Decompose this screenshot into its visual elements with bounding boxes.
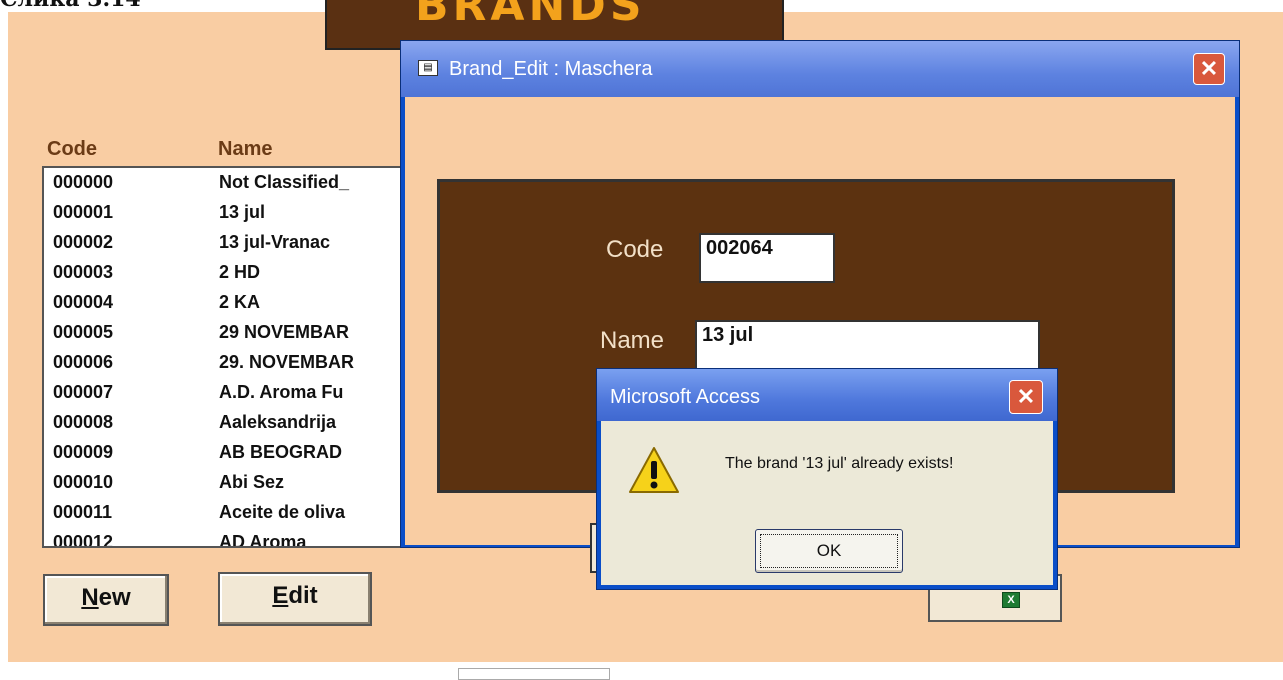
- message-box-title: Microsoft Access: [610, 386, 761, 408]
- list-item-code: 000010: [53, 472, 114, 492]
- list-item-code: 000012: [53, 532, 114, 548]
- message-box-titlebar[interactable]: Microsoft Access ✕: [597, 369, 1057, 421]
- warning-icon: [629, 447, 679, 493]
- new-button[interactable]: New: [43, 574, 169, 626]
- list-item[interactable]: 000008 Aaleksandrija: [44, 408, 424, 438]
- ok-button-label: OK: [760, 534, 898, 568]
- code-field[interactable]: 002064: [699, 233, 835, 283]
- close-icon: ✕: [1199, 56, 1219, 81]
- list-item[interactable]: 000001 13 jul: [44, 198, 424, 228]
- edit-button[interactable]: Edit: [218, 572, 372, 626]
- list-item[interactable]: 000007 A.D. Aroma Fu: [44, 378, 424, 408]
- list-item-name: 2 HD: [219, 262, 261, 282]
- list-item-name: 29. NOVEMBAR: [219, 352, 355, 372]
- list-item-code: 000006: [53, 352, 114, 372]
- list-item-name: 13 jul-Vranac: [219, 232, 331, 252]
- list-item-name: 13 jul: [219, 202, 266, 222]
- message-box-close-button[interactable]: ✕: [1009, 380, 1043, 414]
- brand-edit-title: Brand_Edit : Maschera: [449, 58, 653, 80]
- new-button-label: ew: [98, 584, 131, 611]
- list-item-code: 000011: [53, 502, 113, 522]
- list-item-code: 000004: [53, 292, 114, 312]
- list-item-code: 000003: [53, 262, 114, 282]
- list-item[interactable]: 000003 2 HD: [44, 258, 424, 288]
- brand-edit-titlebar[interactable]: ▤ Brand_Edit : Maschera ✕: [401, 41, 1239, 97]
- list-item-code: 000007: [53, 382, 114, 402]
- column-header-name: Name: [218, 138, 273, 160]
- brand-list[interactable]: 000000 Not Classified_ 000001 13 jul 000002 1…: [42, 166, 426, 548]
- list-item[interactable]: 000010 Abi Sez: [44, 468, 424, 498]
- list-item-name: 29 NOVEMBAR: [219, 322, 350, 342]
- list-item-code: 000002: [53, 232, 114, 252]
- brand-edit-close-button[interactable]: ✕: [1193, 53, 1225, 85]
- list-item[interactable]: 000012 AD Aroma: [44, 528, 424, 548]
- access-message-box: Microsoft Access ✕ The brand '13 jul' al…: [596, 368, 1058, 590]
- list-item-code: 000005: [53, 322, 114, 342]
- ok-button[interactable]: OK: [755, 529, 903, 573]
- list-item-code: 000001: [53, 202, 114, 222]
- column-header-code: Code: [47, 138, 97, 160]
- code-label: Code: [606, 236, 664, 263]
- list-item-name: Not Classified_: [219, 172, 350, 192]
- close-icon: ✕: [1016, 384, 1036, 409]
- list-item-name: 2 KA: [219, 292, 261, 312]
- list-item[interactable]: 000005 29 NOVEMBAR: [44, 318, 424, 348]
- list-item-code: 000000: [53, 172, 114, 192]
- edit-button-label: dit: [288, 582, 318, 609]
- name-label: Name: [600, 327, 665, 354]
- figure-caption: Слика 3.14: [0, 0, 141, 12]
- message-text: The brand '13 jul' already exists!: [725, 455, 954, 472]
- list-item-code: 000009: [53, 442, 114, 462]
- list-item-name: AB BEOGRAD: [219, 442, 343, 462]
- list-item[interactable]: 000009 AB BEOGRAD: [44, 438, 424, 468]
- form-icon: ▤: [418, 60, 438, 76]
- brands-header-text: BRANDS: [415, 0, 646, 31]
- list-item[interactable]: 000002 13 jul-Vranac: [44, 228, 424, 258]
- list-item[interactable]: 000011 Aceite de oliva: [44, 498, 424, 528]
- new-button-mnemonic: N: [81, 584, 99, 611]
- name-field[interactable]: 13 jul: [695, 320, 1040, 370]
- list-item[interactable]: 000000 Not Classified_: [44, 168, 424, 198]
- bottom-control: [458, 668, 610, 680]
- list-item-name: Aaleksandrija: [219, 412, 337, 432]
- message-box-body: The brand '13 jul' already exists! OK: [601, 421, 1053, 585]
- list-item-name: A.D. Aroma Fu: [219, 382, 344, 402]
- list-item-name: Aceite de oliva: [219, 502, 346, 522]
- edit-button-mnemonic: E: [272, 582, 289, 609]
- list-item-code: 000008: [53, 412, 114, 432]
- list-item[interactable]: 000006 29. NOVEMBAR: [44, 348, 424, 378]
- excel-icon: X: [1002, 592, 1020, 608]
- list-item-name: Abi Sez: [219, 472, 285, 492]
- list-item-name: AD Aroma: [219, 532, 307, 548]
- list-item[interactable]: 000004 2 KA: [44, 288, 424, 318]
